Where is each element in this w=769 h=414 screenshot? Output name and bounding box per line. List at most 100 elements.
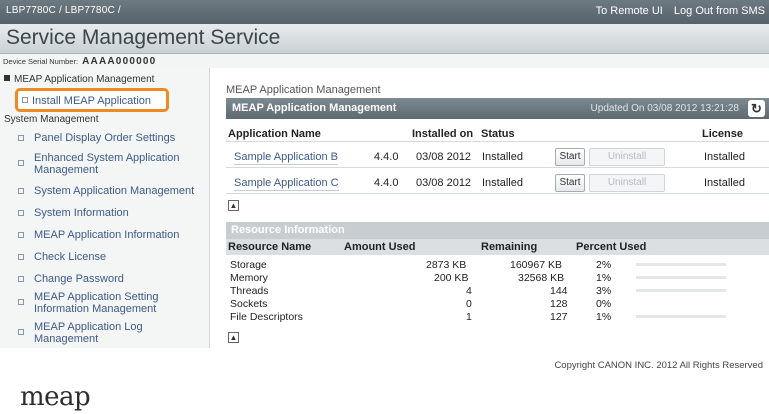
app-license: Installed [704, 177, 745, 189]
resource-name: Memory [230, 272, 268, 284]
usage-bar [636, 276, 726, 279]
bullet-box-icon [18, 160, 24, 166]
bullet-box-icon [18, 329, 24, 335]
col-percent-used: Percent Used [576, 241, 647, 253]
sidebar-section-system: System Management [4, 114, 99, 125]
sidebar-item-enhanced-system-app[interactable]: Enhanced System Application Management [18, 152, 208, 176]
app-name-link[interactable]: Sample Application B [234, 151, 338, 165]
sidebar-item-app-log-management[interactable]: MEAP Application Log Management [18, 321, 208, 345]
app-installed-date: 03/08 2012 [416, 151, 472, 163]
app-name-link[interactable]: Sample Application C [234, 177, 339, 191]
resource-percent: 1% [596, 311, 612, 323]
divider [226, 167, 769, 168]
section-title: MEAP Application Management [232, 102, 397, 114]
resource-used: 2873 KB [426, 259, 467, 271]
col-amount-used: Amount Used [344, 241, 416, 253]
refresh-icon[interactable]: ↻ [748, 100, 765, 117]
start-button[interactable]: Start [555, 174, 585, 192]
app-installed-date: 03/08 2012 [416, 177, 472, 189]
resource-percent: 0% [596, 298, 612, 310]
app-license: Installed [704, 151, 745, 163]
resource-row: Storage 2873 KB 160967 KB 2% [226, 259, 769, 271]
serial-number: Device Serial Number: AAAA000000 [3, 56, 156, 67]
app-version: 4.4.0 [374, 177, 399, 189]
sidebar-item-system-information[interactable]: System Information [18, 207, 208, 219]
updated-timestamp: Updated On 03/08 2012 13:21:28 [590, 103, 739, 114]
sidebar-item-change-password[interactable]: Change Password [18, 273, 208, 285]
col-license: License [702, 128, 743, 140]
resource-percent: 1% [596, 272, 612, 284]
usage-bar [636, 315, 726, 318]
top-bar: LBP7780C / LBP7780C / To Remote UI Log O… [0, 0, 769, 24]
device-path: LBP7780C / LBP7780C / [6, 5, 121, 16]
resource-column-bar: Resource Name Amount Used Remaining Perc… [226, 239, 769, 255]
bullet-box-icon [18, 232, 24, 238]
bullet-box-icon [18, 299, 24, 305]
serial-label: Device Serial Number: [3, 57, 79, 66]
uninstall-button: Uninstall [589, 148, 665, 166]
resource-row: Memory 200 KB 32568 KB 1% [226, 272, 769, 284]
resource-name: File Descriptors [230, 311, 303, 323]
resource-remaining: 127 [550, 311, 568, 323]
main-content: MEAP Application Management MEAP Applica… [212, 68, 769, 370]
resource-info-header: Resource Information [226, 222, 769, 239]
start-button[interactable]: Start [555, 148, 585, 166]
sidebar-item-system-app-management[interactable]: System Application Management [18, 185, 208, 197]
resource-remaining: 32568 KB [518, 272, 565, 284]
resource-used: 4 [466, 285, 472, 297]
resource-name: Sockets [230, 298, 268, 310]
usage-bar [636, 263, 726, 266]
logout-link[interactable]: Log Out from SMS [674, 5, 765, 17]
bullet-box-icon [22, 97, 28, 103]
resource-title: Resource Information [231, 224, 345, 236]
resource-percent: 2% [596, 259, 612, 271]
bullet-box-icon [18, 276, 24, 282]
bullet-box-icon [18, 210, 24, 216]
bullet-box-icon [18, 254, 24, 260]
divider [226, 193, 769, 194]
resource-remaining: 160967 KB [510, 259, 562, 271]
resource-row: File Descriptors 1 127 1% [226, 311, 769, 323]
breadcrumb: MEAP Application Management [226, 84, 381, 96]
resource-used: 200 KB [434, 272, 469, 284]
resource-remaining: 128 [550, 298, 568, 310]
app-status: Installed [482, 177, 523, 189]
resource-used: 0 [466, 298, 472, 310]
col-resource-name: Resource Name [228, 241, 312, 253]
resource-name: Storage [230, 259, 267, 271]
meap-logo: meap [20, 382, 91, 412]
app-version: 4.4.0 [374, 151, 399, 163]
remote-ui-link[interactable]: To Remote UI [596, 5, 663, 17]
col-installed-on: Installed on [412, 128, 474, 140]
resource-used: 1 [466, 311, 472, 323]
bullet-box-icon [18, 188, 24, 194]
resource-name: Threads [230, 285, 269, 297]
serial-value: AAAA000000 [82, 56, 157, 67]
col-status: Status [481, 128, 515, 140]
app-status: Installed [482, 151, 523, 163]
serial-bar: Device Serial Number: AAAA000000 [0, 54, 769, 68]
collapse-icon[interactable]: ▲ [228, 332, 239, 343]
bullet-box-icon [18, 135, 24, 141]
title-bar: Service Management Service [0, 24, 769, 54]
resource-percent: 3% [596, 285, 612, 297]
section-bullet-icon [4, 75, 10, 81]
resource-row: Threads 4 144 3% [226, 285, 769, 297]
sidebar-section-meap: MEAP Application Management [4, 74, 154, 85]
sidebar-item-app-setting-info[interactable]: MEAP Application Setting Information Man… [18, 291, 208, 315]
collapse-icon[interactable]: ▲ [228, 200, 239, 211]
sidebar-item-panel-display-order[interactable]: Panel Display Order Settings [18, 132, 208, 144]
page-title: Service Management Service [6, 26, 281, 49]
copyright: Copyright CANON INC. 2012 All Rights Res… [554, 360, 763, 371]
usage-bar [636, 289, 726, 292]
app-management-header: MEAP Application Management Updated On 0… [226, 98, 769, 119]
resource-row: Sockets 0 128 0% [226, 298, 769, 310]
sidebar-item-meap-app-information[interactable]: MEAP Application Information [18, 229, 208, 241]
sidebar-item-install-meap[interactable]: Install MEAP Application [15, 88, 169, 112]
divider [226, 141, 769, 142]
footer: Copyright CANON INC. 2012 All Rights Res… [0, 360, 769, 414]
sidebar-item-check-license[interactable]: Check License [18, 251, 208, 263]
uninstall-button: Uninstall [589, 174, 665, 192]
col-application-name: Application Name [228, 128, 321, 140]
col-remaining: Remaining [481, 241, 538, 253]
